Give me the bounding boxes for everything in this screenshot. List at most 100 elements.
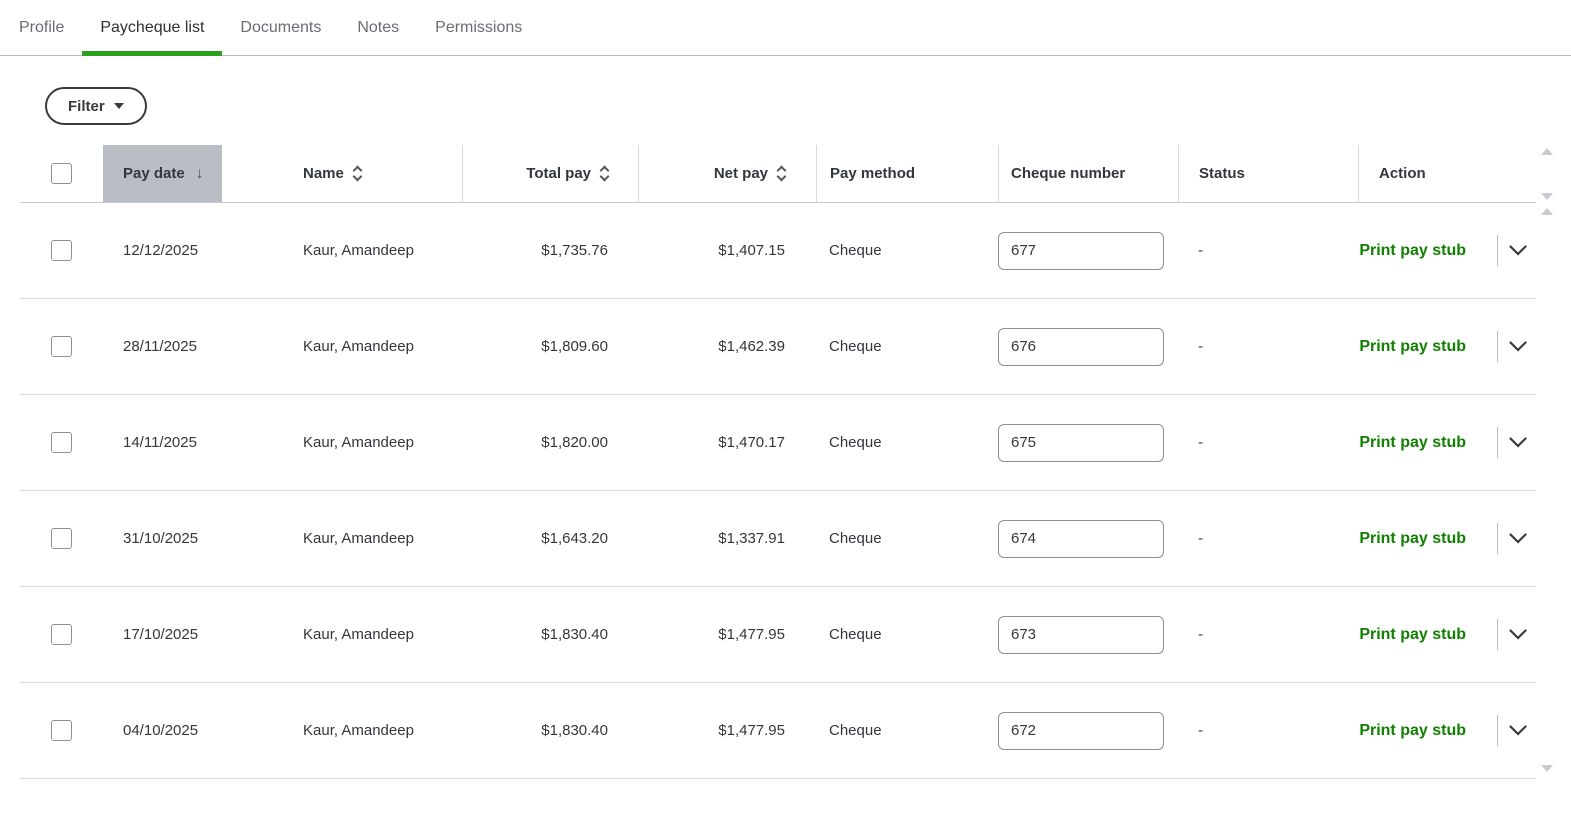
row-select-checkbox[interactable] bbox=[51, 336, 72, 357]
header-total-pay[interactable]: Total pay bbox=[462, 145, 638, 202]
name-cell: Kaur, Amandeep bbox=[290, 299, 462, 394]
scroll-up-arrow[interactable] bbox=[1541, 208, 1553, 215]
scroll-down-arrow[interactable] bbox=[1541, 765, 1553, 772]
row-select-cell bbox=[20, 683, 103, 778]
print-pay-stub-link[interactable]: Print pay stub bbox=[1359, 530, 1466, 548]
row-actions-dropdown-button[interactable] bbox=[1505, 625, 1531, 644]
cheque-number-input[interactable] bbox=[998, 616, 1164, 654]
net-pay-cell: $1,470.17 bbox=[638, 395, 816, 490]
action-cell: Print pay stub bbox=[1358, 395, 1536, 490]
action-cell: Print pay stub bbox=[1358, 491, 1536, 586]
pay-date-cell: 31/10/2025 bbox=[103, 491, 290, 586]
name-cell: Kaur, Amandeep bbox=[290, 587, 462, 682]
action-divider bbox=[1497, 427, 1498, 458]
header-name[interactable]: Name bbox=[290, 145, 462, 202]
row-select-cell bbox=[20, 203, 103, 298]
paycheque-row: 28/11/2025 Kaur, Amandeep $1,809.60 $1,4… bbox=[20, 299, 1536, 395]
name-cell: Kaur, Amandeep bbox=[290, 395, 462, 490]
row-select-cell bbox=[20, 299, 103, 394]
header-status-label: Status bbox=[1199, 165, 1245, 182]
net-pay-cell: $1,462.39 bbox=[638, 299, 816, 394]
cheque-number-input[interactable] bbox=[998, 712, 1164, 750]
table-body: 12/12/2025 Kaur, Amandeep $1,735.76 $1,4… bbox=[20, 203, 1536, 779]
action-cell: Print pay stub bbox=[1358, 683, 1536, 778]
status-cell: - bbox=[1178, 395, 1358, 490]
cheque-number-cell bbox=[998, 203, 1178, 298]
pay-date-sorted-highlight[interactable]: Pay date ↓ bbox=[103, 145, 222, 202]
cheque-number-input[interactable] bbox=[998, 520, 1164, 558]
row-select-checkbox[interactable] bbox=[51, 240, 72, 261]
header-action: Action bbox=[1358, 145, 1536, 202]
status-cell: - bbox=[1178, 299, 1358, 394]
pay-date-cell: 12/12/2025 bbox=[103, 203, 290, 298]
cheque-number-cell bbox=[998, 299, 1178, 394]
sort-toggle-icon bbox=[778, 167, 785, 180]
action-cell: Print pay stub bbox=[1358, 203, 1536, 298]
print-pay-stub-link[interactable]: Print pay stub bbox=[1359, 722, 1466, 740]
name-cell: Kaur, Amandeep bbox=[290, 683, 462, 778]
name-cell: Kaur, Amandeep bbox=[290, 491, 462, 586]
header-status: Status bbox=[1178, 145, 1358, 202]
paycheque-row: 31/10/2025 Kaur, Amandeep $1,643.20 $1,3… bbox=[20, 491, 1536, 587]
tab-paycheque-list[interactable]: Paycheque list bbox=[82, 0, 222, 55]
scroll-up-arrow[interactable] bbox=[1541, 148, 1553, 155]
row-select-cell bbox=[20, 587, 103, 682]
tab-notes[interactable]: Notes bbox=[339, 0, 417, 55]
pay-method-cell: Cheque bbox=[816, 395, 998, 490]
print-pay-stub-link[interactable]: Print pay stub bbox=[1359, 626, 1466, 644]
net-pay-cell: $1,477.95 bbox=[638, 683, 816, 778]
row-actions-dropdown-button[interactable] bbox=[1505, 721, 1531, 740]
print-pay-stub-link[interactable]: Print pay stub bbox=[1359, 242, 1466, 260]
cheque-number-input[interactable] bbox=[998, 328, 1164, 366]
sort-desc-icon: ↓ bbox=[196, 165, 204, 183]
paycheque-row: 14/11/2025 Kaur, Amandeep $1,820.00 $1,4… bbox=[20, 395, 1536, 491]
filter-button[interactable]: Filter bbox=[45, 87, 147, 125]
sort-toggle-icon bbox=[354, 167, 361, 180]
caret-down-icon bbox=[114, 103, 124, 109]
print-pay-stub-link[interactable]: Print pay stub bbox=[1359, 434, 1466, 452]
tab-permissions[interactable]: Permissions bbox=[417, 0, 540, 55]
row-actions-dropdown-button[interactable] bbox=[1505, 241, 1531, 260]
tab-profile[interactable]: Profile bbox=[19, 0, 82, 55]
pay-date-cell: 28/11/2025 bbox=[103, 299, 290, 394]
row-actions-dropdown-button[interactable] bbox=[1505, 433, 1531, 452]
header-action-label: Action bbox=[1379, 165, 1426, 182]
header-pay-date[interactable]: Pay date ↓ bbox=[103, 145, 290, 202]
row-select-checkbox[interactable] bbox=[51, 624, 72, 645]
chevron-down-icon bbox=[1509, 437, 1527, 448]
header-net-pay[interactable]: Net pay bbox=[638, 145, 816, 202]
status-cell: - bbox=[1178, 587, 1358, 682]
action-divider bbox=[1497, 715, 1498, 746]
tab-documents[interactable]: Documents bbox=[222, 0, 339, 55]
action-divider bbox=[1497, 619, 1498, 650]
scroll-down-arrow[interactable] bbox=[1541, 193, 1553, 200]
row-select-checkbox[interactable] bbox=[51, 432, 72, 453]
header-net-pay-label: Net pay bbox=[714, 165, 768, 182]
cheque-number-input[interactable] bbox=[998, 424, 1164, 462]
row-actions-dropdown-button[interactable] bbox=[1505, 529, 1531, 548]
row-select-checkbox[interactable] bbox=[51, 528, 72, 549]
header-select-cell bbox=[20, 145, 103, 202]
status-cell: - bbox=[1178, 683, 1358, 778]
paycheque-row: 12/12/2025 Kaur, Amandeep $1,735.76 $1,4… bbox=[20, 203, 1536, 299]
name-cell: Kaur, Amandeep bbox=[290, 203, 462, 298]
cheque-number-cell bbox=[998, 587, 1178, 682]
row-actions-dropdown-button[interactable] bbox=[1505, 337, 1531, 356]
action-cell: Print pay stub bbox=[1358, 587, 1536, 682]
header-cheque-number-label: Cheque number bbox=[1011, 165, 1125, 182]
chevron-down-icon bbox=[1509, 725, 1527, 736]
row-select-cell bbox=[20, 491, 103, 586]
chevron-down-icon bbox=[1509, 533, 1527, 544]
chevron-down-icon bbox=[1509, 629, 1527, 640]
select-all-checkbox[interactable] bbox=[51, 163, 72, 184]
cheque-number-input[interactable] bbox=[998, 232, 1164, 270]
net-pay-cell: $1,407.15 bbox=[638, 203, 816, 298]
sort-toggle-icon bbox=[601, 167, 608, 180]
net-pay-cell: $1,477.95 bbox=[638, 587, 816, 682]
header-pay-method: Pay method bbox=[816, 145, 998, 202]
cheque-number-cell bbox=[998, 683, 1178, 778]
print-pay-stub-link[interactable]: Print pay stub bbox=[1359, 338, 1466, 356]
pay-method-cell: Cheque bbox=[816, 683, 998, 778]
row-select-checkbox[interactable] bbox=[51, 720, 72, 741]
row-select-cell bbox=[20, 395, 103, 490]
